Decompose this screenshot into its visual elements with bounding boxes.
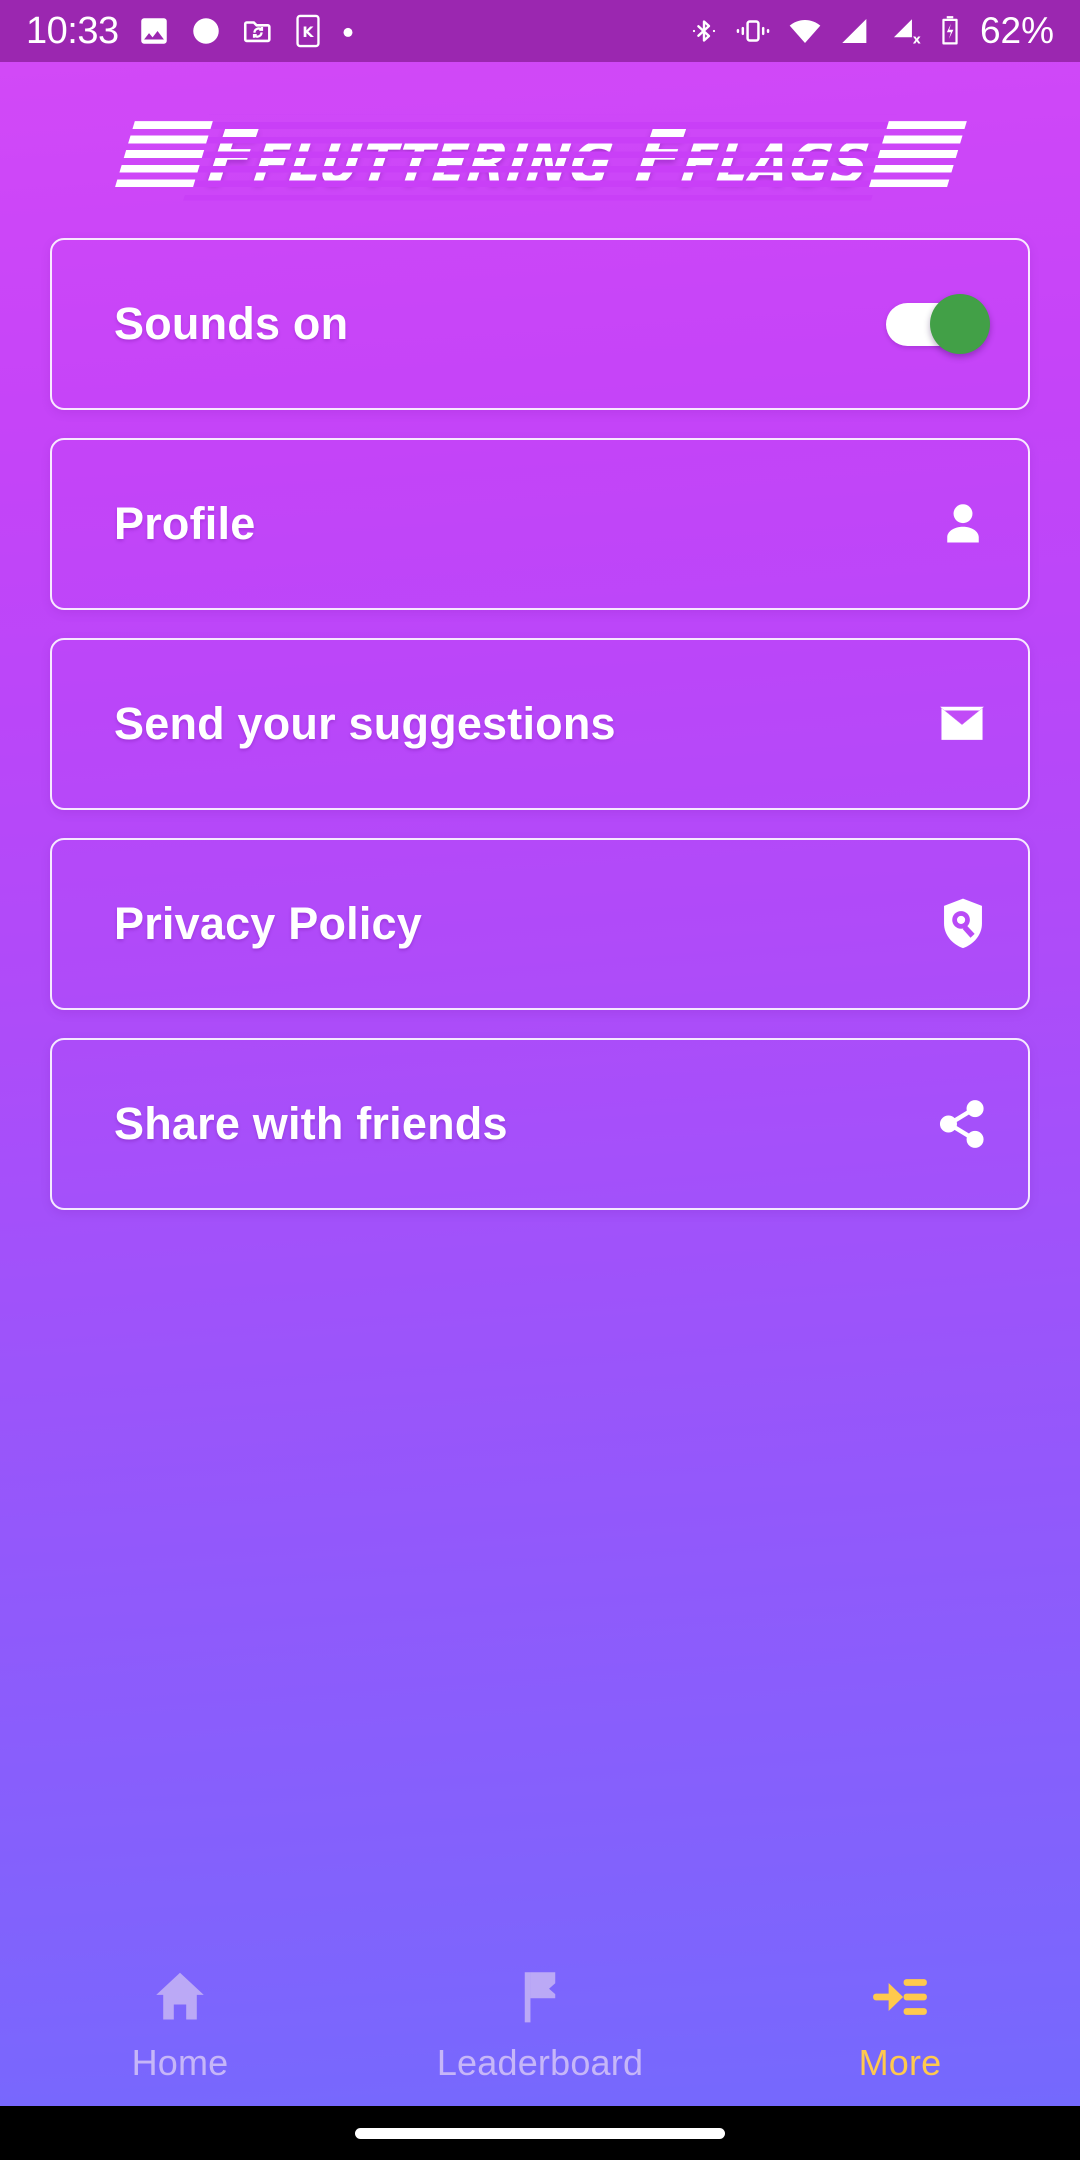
person-icon: [947, 504, 979, 543]
logo-speed-lines-left: [113, 120, 213, 193]
nav-item-leaderboard[interactable]: Leaderboard: [360, 1966, 720, 2084]
image-icon: [140, 18, 167, 44]
dot-icon: [343, 27, 353, 37]
flag-icon: [524, 1972, 556, 2023]
system-gesture-bar: [0, 2106, 1080, 2160]
bottom-navigation-bar: Home Leaderboard More: [0, 1946, 1080, 2106]
card-label-share-with-friends: Share with friends: [114, 1098, 508, 1149]
kindle-badge-icon: K: [295, 14, 320, 48]
folder-sync-icon: [243, 21, 271, 43]
email-icon: [940, 706, 984, 740]
status-bar-right: x 62%: [689, 10, 1054, 52]
app-logo-word1: Fluttering: [249, 130, 618, 196]
cellular-signal-icon: [842, 18, 867, 44]
card-label-profile: Profile: [114, 498, 256, 549]
settings-card-list: Sounds on Profile Send your suggestions …: [0, 238, 1080, 1238]
status-bar: 10:33 K x 62%: [0, 0, 1080, 62]
privacy-shield-icon: [944, 898, 982, 949]
toggle-thumb: [930, 294, 990, 354]
vibrate-icon: [736, 20, 770, 42]
bluetooth-icon: [692, 20, 716, 42]
card-sounds-on[interactable]: Sounds on: [50, 238, 1030, 410]
battery-percentage: 62%: [979, 10, 1054, 51]
record-circle-icon: [192, 18, 219, 44]
card-privacy-policy[interactable]: Privacy Policy: [50, 838, 1030, 1010]
nav-label-more: More: [858, 2042, 942, 2083]
battery-charging-icon: [942, 16, 958, 45]
logo-speed-lines-right: [867, 120, 967, 193]
read-more-icon: [873, 1979, 927, 2015]
card-trailing-sounds-on: [886, 294, 990, 354]
nav-label-home: Home: [131, 2042, 229, 2083]
card-trailing-share-with-friends: [934, 1096, 990, 1152]
card-profile[interactable]: Profile: [50, 438, 1030, 610]
card-label-send-suggestions: Send your suggestions: [114, 698, 616, 749]
card-send-suggestions[interactable]: Send your suggestions: [50, 638, 1030, 810]
nav-label-leaderboard: Leaderboard: [436, 2042, 644, 2083]
app-content: FFluttering FFlags Sounds on Pr: [0, 62, 1080, 2106]
nav-item-more[interactable]: More: [720, 1966, 1080, 2084]
app-logo: FFluttering FFlags: [0, 97, 1080, 217]
card-label-sounds-on: Sounds on: [114, 298, 349, 349]
app-logo-word2: Flags: [677, 130, 875, 196]
wifi-icon: [789, 19, 821, 44]
status-bar-left: 10:33 K: [26, 12, 355, 50]
nav-item-home[interactable]: Home: [0, 1966, 360, 2084]
gesture-pill[interactable]: [355, 2127, 725, 2139]
app-logo-text: FFluttering FFlags: [113, 113, 967, 201]
cellular-no-sim-icon: x: [893, 19, 921, 46]
share-icon: [939, 1100, 984, 1148]
svg-text:K: K: [302, 25, 314, 41]
sounds-toggle-switch[interactable]: [886, 294, 990, 354]
card-trailing-send-suggestions: [934, 696, 990, 752]
card-label-privacy-policy: Privacy Policy: [114, 898, 423, 949]
card-trailing-profile: [936, 497, 990, 551]
phone-screen: 10:33 K x 62% FFLUTTERING FFLAGS Sounds …: [0, 0, 1080, 2160]
card-trailing-privacy-policy: [936, 896, 990, 952]
card-share-with-friends[interactable]: Share with friends: [50, 1038, 1030, 1210]
svg-text:x: x: [913, 31, 921, 46]
status-bar-clock: 10:33: [26, 10, 119, 52]
home-icon: [156, 1972, 204, 2020]
